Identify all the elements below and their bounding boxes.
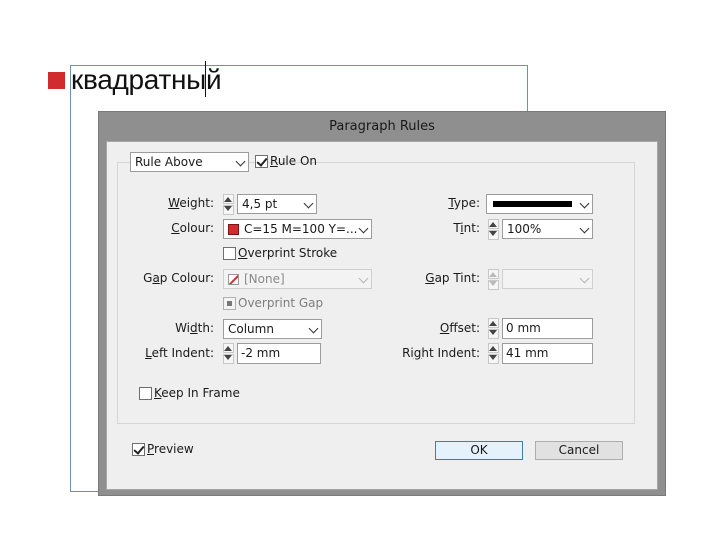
text-cursor — [205, 61, 206, 97]
colour-label: Colour: — [171, 221, 214, 235]
cancel-button[interactable]: Cancel — [535, 441, 623, 460]
chevron-down-icon — [303, 198, 314, 209]
keep-in-frame-checkbox[interactable] — [139, 387, 152, 400]
dialog-title-bar[interactable]: Paragraph Rules — [99, 112, 665, 141]
weight-value: 4,5 pt — [242, 197, 278, 211]
solid-stroke-preview — [493, 201, 572, 207]
gap-tint-spinner[interactable] — [488, 269, 499, 290]
overprint-stroke-label[interactable]: Overprint Stroke — [238, 246, 337, 260]
weight-label: Weight: — [168, 196, 214, 210]
colour-dropdown[interactable]: C=15 M=100 Y=... — [223, 219, 372, 239]
chevron-down-icon — [308, 323, 319, 334]
chevron-down-icon — [358, 223, 369, 234]
tint-label: Tint: — [453, 221, 480, 235]
ok-button[interactable]: OK — [435, 441, 523, 460]
rule-type-dropdown[interactable]: Rule Above — [130, 152, 249, 172]
chevron-down-icon — [579, 223, 590, 234]
chevron-down-icon — [358, 273, 369, 284]
colour-swatch-icon — [228, 224, 239, 235]
left-indent-label: Left Indent: — [145, 346, 214, 360]
preview-checkbox[interactable] — [132, 443, 145, 456]
gap-colour-dropdown[interactable]: [None] — [223, 269, 372, 289]
offset-spinner[interactable] — [488, 318, 499, 339]
spin-down-icon[interactable] — [224, 355, 232, 360]
red-square-bullet — [48, 72, 65, 89]
left-indent-input[interactable]: -2 mm — [237, 343, 321, 364]
width-dropdown[interactable]: Column — [223, 319, 322, 339]
left-indent-spinner[interactable] — [223, 343, 234, 364]
spin-up-icon[interactable] — [489, 321, 497, 326]
weight-spinner[interactable] — [223, 194, 234, 215]
spin-down-icon[interactable] — [489, 330, 497, 335]
rule-on-checkbox[interactable] — [255, 155, 268, 168]
no-colour-swatch-icon — [228, 274, 239, 285]
gap-colour-label: Gap Colour: — [143, 271, 214, 285]
spin-up-icon[interactable] — [224, 197, 232, 202]
spin-down-icon[interactable] — [489, 355, 497, 360]
right-indent-label: Right Indent: — [402, 346, 480, 360]
tint-value: 100% — [507, 222, 542, 236]
colour-value: C=15 M=100 Y=... — [244, 222, 358, 236]
spin-up-icon[interactable] — [224, 346, 232, 351]
rule-on-label[interactable]: Rule On — [270, 154, 317, 168]
keep-in-frame-label[interactable]: Keep In Frame — [154, 386, 240, 400]
right-indent-spinner[interactable] — [488, 343, 499, 364]
spin-down-icon[interactable] — [489, 231, 497, 236]
right-indent-input[interactable]: 41 mm — [502, 343, 593, 364]
chevron-down-icon — [579, 273, 590, 284]
dialog-title: Paragraph Rules — [329, 119, 435, 134]
width-label: Width: — [175, 321, 214, 335]
type-label: Type: — [448, 196, 480, 210]
spin-down-icon[interactable] — [489, 281, 497, 286]
offset-label: Offset: — [439, 321, 480, 335]
dialog-body: Rule Above Rule On Weight: 4,5 pt Colour… — [106, 141, 658, 490]
paragraph-rules-dialog: Paragraph Rules Rule Above Rule On Weigh… — [98, 111, 666, 496]
rule-type-value: Rule Above — [135, 155, 203, 169]
preview-label[interactable]: Preview — [147, 442, 194, 456]
type-dropdown[interactable] — [486, 194, 593, 214]
document-text: квадратный — [71, 64, 222, 95]
weight-combo[interactable]: 4,5 pt — [237, 194, 317, 214]
width-value: Column — [228, 322, 274, 336]
spin-down-icon[interactable] — [224, 206, 232, 211]
overprint-gap-checkbox[interactable] — [223, 297, 236, 310]
spin-up-icon[interactable] — [489, 272, 497, 277]
chevron-down-icon — [235, 156, 246, 167]
chevron-down-icon — [579, 198, 590, 209]
offset-input[interactable]: 0 mm — [502, 318, 593, 339]
tint-spinner[interactable] — [488, 219, 499, 240]
gap-colour-value: [None] — [244, 272, 285, 286]
gap-tint-label: Gap Tint: — [425, 271, 480, 285]
overprint-gap-label: Overprint Gap — [238, 296, 324, 310]
gap-tint-combo[interactable] — [502, 269, 593, 289]
spin-up-icon[interactable] — [489, 346, 497, 351]
tint-combo[interactable]: 100% — [502, 219, 593, 239]
spin-up-icon[interactable] — [489, 222, 497, 227]
overprint-stroke-checkbox[interactable] — [223, 247, 236, 260]
